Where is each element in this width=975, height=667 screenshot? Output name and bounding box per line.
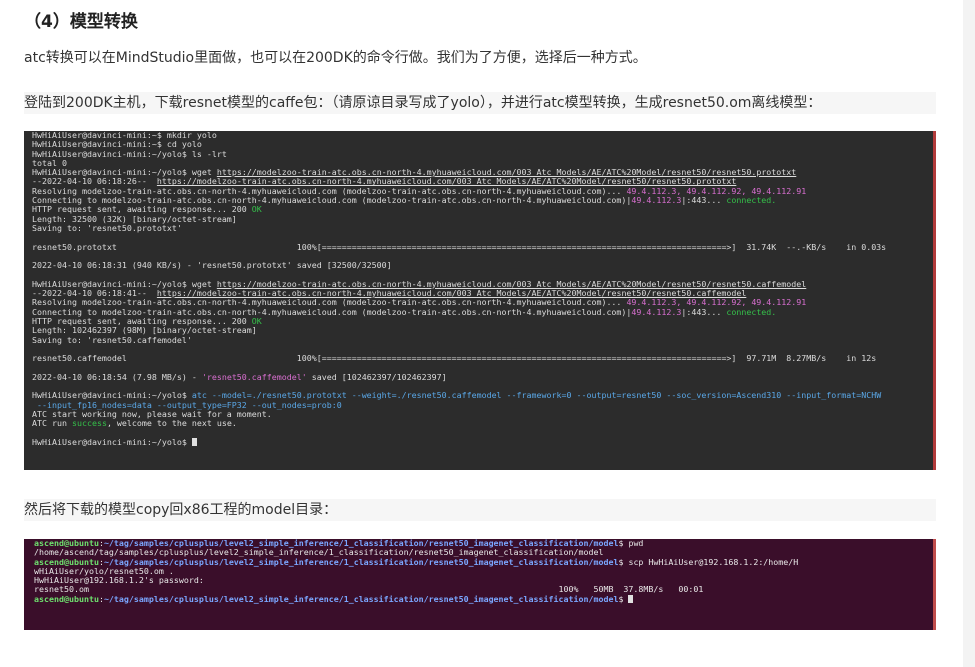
paragraph-atc-intro: atc转换可以在MindStudio里面做，也可以在200DK的命令行做。我们为… bbox=[24, 50, 647, 66]
paragraph-login-instructions: 登陆到200DK主机，下载resnet模型的caffe包：（请原谅目录写成了yo… bbox=[24, 92, 936, 114]
terminal-edge bbox=[933, 131, 936, 470]
terminal-screenshot-ubuntu: ascend@ubuntu:~/tag/samples/cplusplus/le… bbox=[24, 539, 936, 630]
page-scrollbar[interactable] bbox=[963, 0, 975, 667]
terminal-screenshot-200dk: HwHiAiUser@davinci-mini:~$ mkdir yolo Hw… bbox=[24, 131, 936, 470]
terminal-cursor bbox=[191, 438, 197, 447]
paragraph-copy-instructions: 然后将下载的模型copy回x86工程的model目录： bbox=[24, 499, 936, 521]
section-heading: （4）模型转换 bbox=[24, 12, 138, 32]
terminal-cursor bbox=[628, 595, 634, 604]
terminal-edge bbox=[933, 539, 936, 630]
